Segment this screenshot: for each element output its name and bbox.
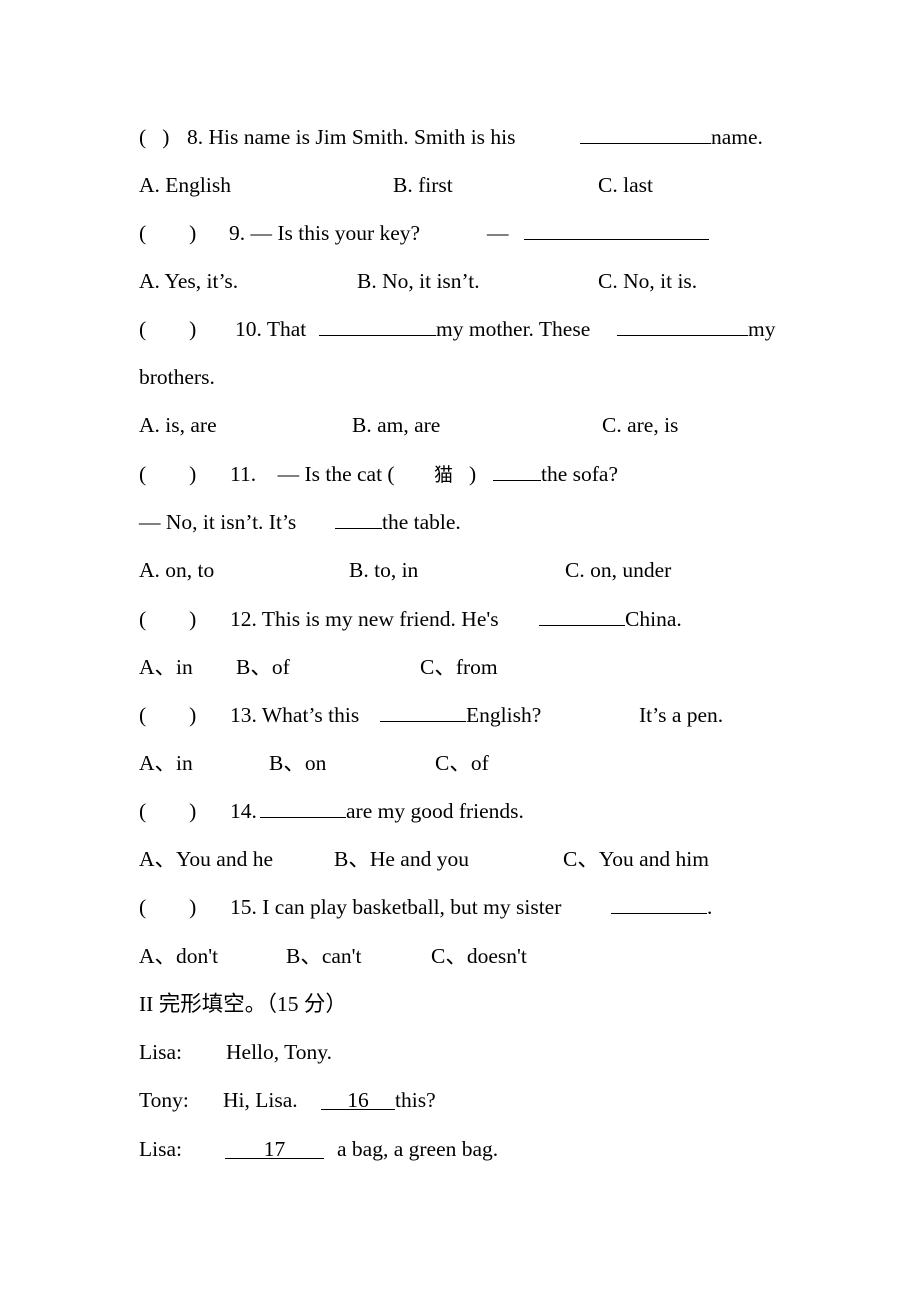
option-b[interactable]: B、on xyxy=(269,749,326,777)
dialogue-line-3: Lisa: 17 a bag, a green bag. xyxy=(139,1135,498,1247)
question-text: 10. That xyxy=(235,317,307,341)
option-b[interactable]: B、He and you xyxy=(334,845,469,873)
speaker: Lisa: xyxy=(139,1040,182,1064)
cjk-gloss: 猫 xyxy=(434,464,454,486)
question-text: 14. xyxy=(230,799,257,823)
reply-text-after: the table. xyxy=(382,510,461,534)
dialogue-text-after: this? xyxy=(395,1088,436,1112)
option-a[interactable]: A. on, to xyxy=(139,556,214,584)
answer-blank-2[interactable] xyxy=(617,315,748,343)
answer-blank[interactable] xyxy=(260,797,346,825)
answer-paren[interactable]: ( ) xyxy=(139,893,196,921)
option-c[interactable]: C. are, is xyxy=(602,411,678,439)
question-text-continued: brothers. xyxy=(139,365,215,389)
option-b[interactable]: B、of xyxy=(236,653,290,681)
question-text: 11. — Is the cat ( xyxy=(230,462,395,486)
answer-blank[interactable] xyxy=(524,219,709,247)
speaker: Tony: xyxy=(139,1088,189,1112)
question-text: 15. I can play basketball, but my sister xyxy=(230,895,562,919)
question-text-after: China. xyxy=(625,607,682,631)
answer-paren[interactable]: ( ) xyxy=(139,219,196,247)
answer-paren[interactable]: ( ) xyxy=(139,797,196,825)
section-title: II 完形填空。（15 分） xyxy=(139,992,347,1016)
question-text: 9. — Is this your key? xyxy=(229,221,421,245)
option-b[interactable]: B、can't xyxy=(286,942,362,970)
question-text-middle: my mother. These xyxy=(436,317,591,341)
reply-dash: — xyxy=(487,221,509,245)
answer-paren[interactable]: ( ) xyxy=(139,605,196,633)
answer-hint: It’s a pen. xyxy=(639,703,724,727)
option-b[interactable]: B. No, it isn’t. xyxy=(357,267,480,295)
answer-blank[interactable] xyxy=(380,701,466,729)
question-text: 13. What’s this xyxy=(230,703,360,727)
option-a[interactable]: A、in xyxy=(139,653,193,681)
answer-blank-1[interactable] xyxy=(493,460,541,488)
option-a[interactable]: A、don't xyxy=(139,942,218,970)
answer-paren[interactable]: ( ) xyxy=(139,123,169,151)
option-b[interactable]: B. am, are xyxy=(352,411,440,439)
dialogue-text-after: a bag, a green bag. xyxy=(337,1137,499,1161)
answer-paren[interactable]: ( ) xyxy=(139,460,196,488)
dialogue-text: Hello, Tony. xyxy=(226,1040,332,1064)
question-text-paren-close: ) xyxy=(469,462,477,486)
option-c[interactable]: C. No, it is. xyxy=(598,267,697,295)
option-a[interactable]: A、in xyxy=(139,749,193,777)
option-a[interactable]: A. is, are xyxy=(139,411,217,439)
reply-text: — No, it isn’t. It’s xyxy=(139,510,297,534)
question-text-end: my xyxy=(748,317,776,341)
question-text-after: English? xyxy=(466,703,542,727)
option-c[interactable]: C、You and him xyxy=(563,845,709,873)
answer-paren[interactable]: ( ) xyxy=(139,315,196,343)
option-c[interactable]: C. on, under xyxy=(565,556,671,584)
option-a[interactable]: A. English xyxy=(139,171,231,199)
question-text: 12. This is my new friend. He's xyxy=(230,607,499,631)
option-a[interactable]: A. Yes, it’s. xyxy=(139,267,238,295)
option-b[interactable]: B. first xyxy=(393,171,453,199)
dialogue-text: Hi, Lisa. xyxy=(223,1088,298,1112)
answer-blank-1[interactable] xyxy=(319,315,436,343)
option-b[interactable]: B. to, in xyxy=(349,556,418,584)
question-text: 8. His name is Jim Smith. Smith is his xyxy=(187,125,516,149)
answer-blank[interactable] xyxy=(539,605,625,633)
question-text-after: name. xyxy=(711,125,763,149)
option-c[interactable]: C、doesn't xyxy=(431,942,527,970)
option-c[interactable]: C、of xyxy=(435,749,489,777)
option-a[interactable]: A、You and he xyxy=(139,845,273,873)
question-text-end: the sofa? xyxy=(541,462,619,486)
option-c[interactable]: C、from xyxy=(420,653,498,681)
option-c[interactable]: C. last xyxy=(598,171,653,199)
answer-blank[interactable] xyxy=(580,123,711,151)
cloze-blank-16[interactable]: 16 xyxy=(321,1086,395,1114)
answer-blank-2[interactable] xyxy=(335,508,382,536)
answer-blank[interactable] xyxy=(611,893,707,921)
speaker: Lisa: xyxy=(139,1137,182,1161)
cloze-blank-17[interactable]: 17 xyxy=(225,1135,324,1163)
question-text-after: are my good friends. xyxy=(346,799,524,823)
question-text-after: . xyxy=(707,895,713,919)
answer-paren[interactable]: ( ) xyxy=(139,701,196,729)
